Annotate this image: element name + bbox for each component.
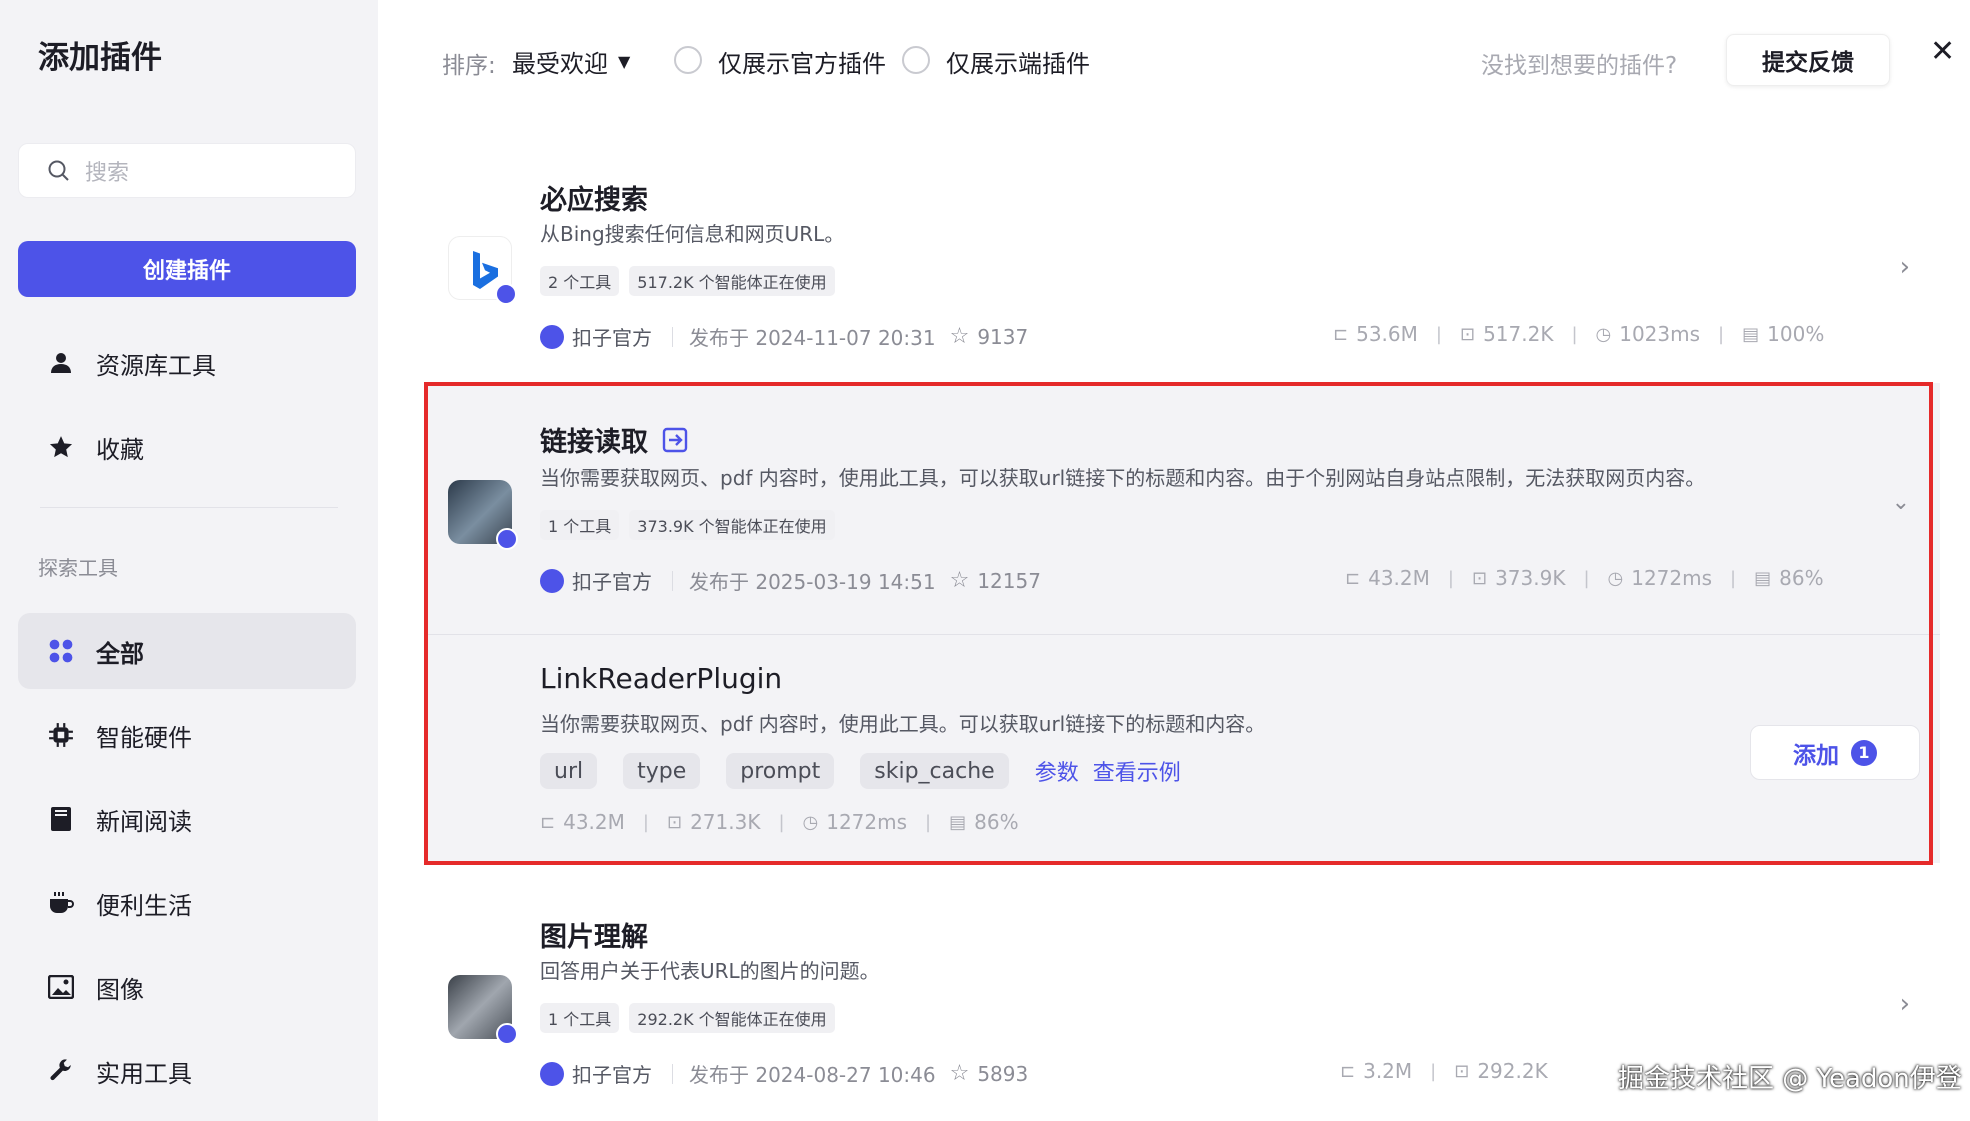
highlight-frame [424, 382, 1933, 865]
plugin-tags: 1 个工具 292.2K 个智能体正在使用 [540, 1003, 835, 1033]
star-outline-icon: ☆ [949, 1061, 970, 1086]
star-outline-icon: ☆ [949, 324, 970, 349]
calls-icon: ⊏ [1340, 1060, 1356, 1082]
calls-count: 53.6M [1356, 322, 1418, 346]
usage-count-tag: 292.2K 个智能体正在使用 [629, 1003, 835, 1033]
message-icon: ▤ [1742, 323, 1760, 345]
sidebar-divider [40, 507, 338, 508]
category-smart-hardware[interactable]: 智能硬件 [18, 697, 356, 773]
stat-separator: | [1435, 323, 1442, 345]
plugin-stats: ⊏ 3.2M | ⊡ 292.2K [1340, 1059, 1548, 1083]
cup-icon [46, 888, 76, 918]
category-label: 实用工具 [96, 1059, 192, 1088]
bot-icon: ⊡ [1459, 323, 1476, 345]
category-label: 新闻阅读 [96, 807, 192, 836]
filter-bar: 排序: 最受欢迎 ▼ 仅展示官方插件 仅展示端插件 没找到想要的插件? 提交反馈… [378, 0, 1970, 120]
sidebar-item-favorites[interactable]: 收藏 [18, 409, 356, 485]
section-label-explore: 探索工具 [38, 556, 118, 580]
plugin-meta: 扣子官方 发布于 2024-08-27 10:46 ☆ 5893 [540, 1059, 1028, 1088]
bot-icon: ⊡ [1454, 1060, 1470, 1082]
bots-count: 517.2K [1483, 322, 1554, 346]
official-only-radio[interactable] [674, 46, 702, 74]
sidebar: 添加插件 搜索 创建插件 资源库工具 收藏 探索工具 全部 智能硬件 新闻阅读 … [0, 0, 378, 1121]
watermark: 掘金技术社区 @ Yeadon伊登 [1618, 1064, 1962, 1094]
grid-icon [46, 636, 76, 666]
caret-down-icon: ▼ [618, 52, 631, 71]
stat-separator: | [1430, 1060, 1437, 1082]
success-rate: 100% [1767, 322, 1825, 346]
image-icon [46, 972, 76, 1002]
star-count: 5893 [977, 1061, 1029, 1086]
stat-separator: | [1718, 323, 1725, 345]
meta-separator [672, 326, 673, 347]
image-understanding-thumbnail [448, 975, 518, 1045]
sidebar-item-library-tools[interactable]: 资源库工具 [18, 325, 356, 401]
close-icon[interactable]: ✕ [1930, 34, 1955, 69]
star-count: 9137 [977, 324, 1029, 349]
bots-count: 292.2K [1477, 1059, 1548, 1083]
create-plugin-button[interactable]: 创建插件 [18, 241, 356, 297]
category-label: 智能硬件 [96, 723, 192, 752]
category-convenient-life[interactable]: 便利生活 [18, 865, 356, 941]
plugin-description: 回答用户关于代表URL的图片的问题。 [540, 959, 880, 983]
book-icon [46, 804, 76, 834]
user-icon [46, 348, 76, 378]
category-news-reading[interactable]: 新闻阅读 [18, 781, 356, 857]
plugin-description: 从Bing搜索任何信息和网页URL。 [540, 222, 845, 246]
search-placeholder: 搜索 [85, 160, 130, 186]
author-avatar [540, 1061, 564, 1086]
device-only-radio[interactable] [902, 46, 930, 74]
star-icon [46, 432, 76, 462]
category-all[interactable]: 全部 [18, 613, 356, 689]
chevron-right-icon[interactable]: › [1900, 989, 1910, 1019]
category-label: 图像 [96, 975, 144, 1004]
not-found-hint: 没找到想要的插件? [1481, 53, 1678, 79]
chip-icon [46, 720, 76, 750]
plugin-name: 图片理解 [540, 922, 648, 953]
chevron-right-icon[interactable]: › [1900, 252, 1910, 282]
sort-value: 最受欢迎 [512, 50, 608, 78]
plugin-name: 必应搜索 [540, 185, 648, 216]
official-only-label[interactable]: 仅展示官方插件 [718, 44, 886, 79]
sort-dropdown[interactable]: 最受欢迎 ▼ [512, 44, 630, 79]
sidebar-item-label: 收藏 [96, 435, 144, 464]
plugin-tags: 2 个工具 517.2K 个智能体正在使用 [540, 266, 835, 296]
submit-feedback-button[interactable]: 提交反馈 [1726, 34, 1890, 86]
bing-logo-icon [448, 236, 517, 305]
author-name: 扣子官方 [572, 326, 652, 350]
meta-separator [672, 1063, 673, 1084]
calls-count: 3.2M [1363, 1059, 1413, 1083]
author-avatar [540, 324, 564, 349]
category-utility-tools[interactable]: 实用工具 [18, 1033, 356, 1109]
page-title: 添加插件 [38, 40, 162, 76]
plugin-stats: ⊏ 53.6M | ⊡ 517.2K | ◷ 1023ms | ▤ 100% [1333, 322, 1824, 346]
publish-date: 发布于 2024-11-07 20:31 [689, 326, 936, 350]
stat-separator: | [1571, 323, 1578, 345]
calls-icon: ⊏ [1333, 323, 1349, 345]
usage-count-tag: 517.2K 个智能体正在使用 [629, 266, 835, 296]
sort-label: 排序: [442, 53, 496, 79]
plugin-card-bing-search[interactable]: 必应搜索 从Bing搜索任何信息和网页URL。 2 个工具 517.2K 个智能… [428, 160, 1940, 380]
publish-date: 发布于 2024-08-27 10:46 [689, 1063, 936, 1087]
clock-icon: ◷ [1595, 323, 1612, 345]
search-input[interactable]: 搜索 [18, 143, 356, 198]
category-label: 便利生活 [96, 891, 192, 920]
tool-count-tag: 2 个工具 [540, 266, 620, 296]
category-image[interactable]: 图像 [18, 949, 356, 1025]
search-icon [48, 160, 69, 181]
official-badge-icon [495, 283, 517, 305]
sidebar-item-label: 资源库工具 [96, 351, 216, 380]
latency: 1023ms [1619, 322, 1701, 346]
author-name: 扣子官方 [572, 1063, 652, 1087]
official-badge-icon [496, 1023, 518, 1045]
wrench-icon [46, 1056, 76, 1086]
device-only-label[interactable]: 仅展示端插件 [946, 44, 1090, 79]
category-label: 全部 [96, 639, 144, 668]
tool-count-tag: 1 个工具 [540, 1003, 620, 1033]
plugin-meta: 扣子官方 发布于 2024-11-07 20:31 ☆ 9137 [540, 322, 1028, 351]
